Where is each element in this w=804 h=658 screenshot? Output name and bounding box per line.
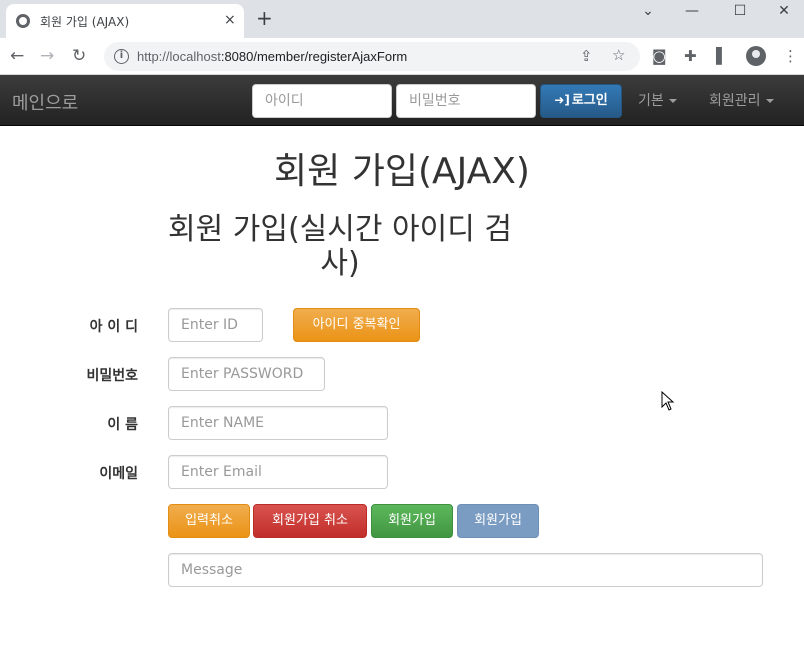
page-title: 회원 가입(AJAX) [274,151,530,192]
side-panel-icon[interactable]: ▌ [716,48,728,65]
reload-icon[interactable]: ↻ [72,46,86,66]
close-window-icon[interactable]: ✕ [764,2,804,22]
password-input[interactable] [168,357,325,391]
minimize-icon[interactable]: — [672,2,712,22]
profile-icon[interactable] [746,46,766,66]
dropdown-basic[interactable]: 기본 [638,90,677,110]
register-button[interactable]: 회원가입 [371,504,453,538]
login-button[interactable]: ➜] 로그인 [540,84,622,118]
forward-arrow-icon[interactable]: → [40,46,54,66]
name-input[interactable] [168,406,388,440]
dropdown-member[interactable]: 회원관리 [709,90,774,110]
caret-down-icon [765,99,774,103]
address-bar: ← → ↻ i http://localhost:8080/member/reg… [0,38,804,75]
new-tab-icon[interactable]: + [256,8,273,28]
navbar-password-input[interactable] [396,84,536,118]
back-arrow-icon[interactable]: ← [10,46,24,66]
form-subtitle: 회원 가입(실시간 아이디 검사) [168,212,512,281]
browser-tab[interactable]: 회원 가입 (AJAX) × [6,4,244,38]
id-label: 아 이 디 [89,319,138,335]
share-icon[interactable]: ⇪ [580,48,593,65]
url-text[interactable]: http://localhost:8080/member/registerAja… [137,49,407,64]
mouse-cursor-icon [661,391,675,411]
navbar-brand-link[interactable]: 메인으로 [12,89,78,115]
more-vertical-icon[interactable]: ⋮ [783,48,798,65]
navbar-id-input[interactable] [252,84,392,118]
email-label: 이메일 [99,466,138,482]
password-label: 비밀번호 [86,368,138,384]
name-label: 이 름 [107,417,138,433]
caret-down-icon [668,99,677,103]
globe-icon [16,14,30,28]
browser-tab-bar: 회원 가입 (AJAX) × + ⌄ — ☐ ✕ [0,0,804,38]
email-input[interactable] [168,455,388,489]
url-path: :8080/member/registerAjaxForm [220,49,408,64]
cancel-register-button[interactable]: 회원가입 취소 [253,504,367,538]
reset-button[interactable]: 입력취소 [168,504,250,538]
id-check-button[interactable]: 아이디 중복확인 [293,308,420,342]
tab-close-icon[interactable]: × [224,12,236,28]
url-field[interactable]: i http://localhost:8080/member/registerA… [104,42,640,71]
puzzle-icon[interactable]: ✚ [684,48,697,65]
camera-icon[interactable]: ◙ [652,48,667,65]
id-input[interactable] [168,308,263,342]
maximize-icon[interactable]: ☐ [720,2,760,22]
site-info-icon[interactable]: i [114,49,129,64]
bookmark-star-icon[interactable]: ☆ [612,47,625,64]
site-navbar: 메인으로 ➜]로그인 기본 회원관리 [0,75,804,126]
register-ajax-button[interactable]: 회원가입 [457,504,539,538]
login-button-label: 로그인 [571,93,608,108]
message-input[interactable] [168,553,763,587]
tab-search-icon[interactable]: ⌄ [628,2,668,22]
dropdown-member-label: 회원관리 [709,93,761,109]
url-scheme-host: http://localhost [137,49,221,64]
tab-title: 회원 가입 (AJAX) [40,15,130,29]
dropdown-basic-label: 기본 [638,93,664,109]
log-in-icon: ➜] [554,93,570,107]
